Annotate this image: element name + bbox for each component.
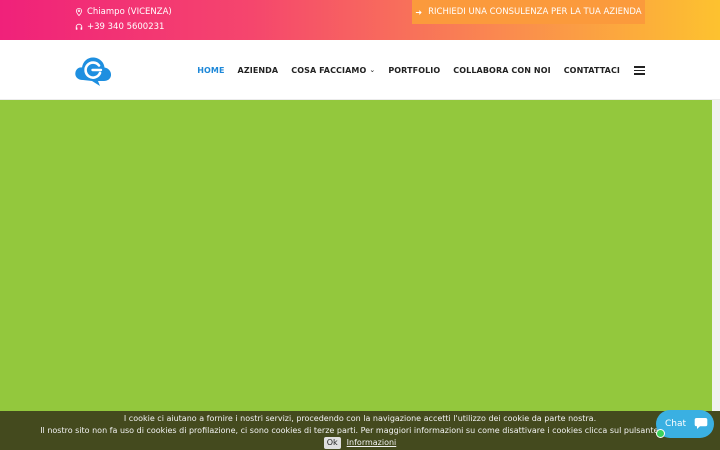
chat-label: Chat [665,419,687,429]
location-text: Chiampo (VICENZA) [87,7,172,17]
logo-cloud-icon[interactable] [74,54,112,87]
chevron-down-icon: ⌄ [369,66,376,74]
nav-collabora[interactable]: COLLABORA CON NOI [453,66,550,75]
page-scrollbar[interactable] [712,100,720,450]
nav-portfolio[interactable]: PORTFOLIO [388,66,440,75]
main-nav: HOME AZIENDA COSA FACCIAMO ⌄ PORTFOLIO C… [197,40,620,100]
nav-azienda[interactable]: AZIENDA [238,66,279,75]
headset-icon [75,23,83,30]
top-bar: Chiampo (VICENZA) +39 340 5600231 ➜ RICH… [0,0,720,40]
hamburger-menu-icon[interactable] [634,66,645,75]
chat-widget-button[interactable]: Chat [656,410,714,438]
cookie-text-line2: Il nostro sito non fa uso di cookies di … [40,426,680,435]
nav-cosa-facciamo-label: COSA FACCIAMO [291,65,367,75]
consultation-label: RICHIEDI UNA CONSULENZA PER LA TUA AZIEN… [428,7,642,17]
phone-info[interactable]: +39 340 5600231 [75,22,164,32]
arrow-right-icon: ➜ [415,7,423,17]
hero-banner [0,100,712,412]
nav-contattaci[interactable]: CONTATTACI [564,66,620,75]
cookie-text-line1: I cookie ci aiutano a fornire i nostri s… [123,414,597,423]
chat-bubble-icon [694,418,708,429]
cookie-ok-button[interactable]: Ok [323,437,341,449]
nav-cosa-facciamo[interactable]: COSA FACCIAMO ⌄ [291,66,375,75]
cookie-banner: I cookie ci aiutano a fornire i nostri s… [0,411,720,450]
main-header: HOME AZIENDA COSA FACCIAMO ⌄ PORTFOLIO C… [0,40,720,100]
consultation-button[interactable]: ➜ RICHIEDI UNA CONSULENZA PER LA TUA AZI… [412,0,645,24]
location-info: Chiampo (VICENZA) [75,7,172,17]
phone-text[interactable]: +39 340 5600231 [87,22,164,32]
map-pin-icon [76,8,82,16]
cookie-info-link[interactable]: Informazioni [347,437,397,449]
cookie-actions: Ok Informazioni [0,437,720,449]
nav-home[interactable]: HOME [197,66,224,75]
online-status-dot [656,429,665,438]
